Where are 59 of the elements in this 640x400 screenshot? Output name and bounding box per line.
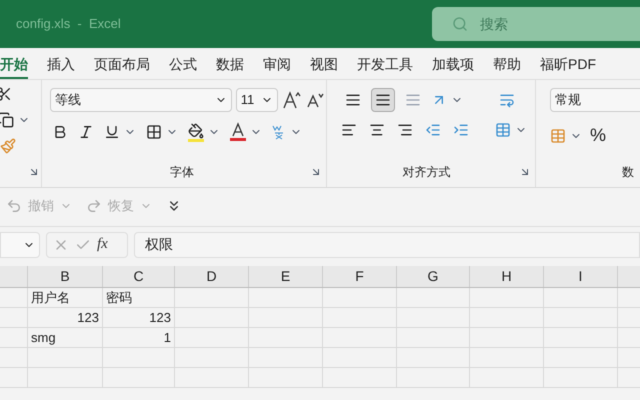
ribbon-tab[interactable]: 审阅 [263,51,291,79]
scissors-icon[interactable] [0,86,12,102]
fill-color-icon[interactable] [188,122,204,142]
cell-text: 123 [149,308,171,327]
italic-icon[interactable] [78,124,94,140]
grow-font-icon[interactable] [282,91,302,109]
ribbon-tab[interactable]: 视图 [310,51,338,79]
vertical-align-button[interactable] [370,88,395,112]
font-size-field[interactable]: 11 [236,88,278,112]
shrink-font-icon[interactable] [306,92,324,108]
ribbon-tab[interactable]: 数据 [216,51,244,79]
search-field[interactable]: 搜索 [432,7,640,41]
font-name-field[interactable]: 等线 [50,88,232,112]
column-header[interactable]: H [470,266,544,287]
formula-field[interactable]: 权限 [134,232,640,258]
column-header[interactable]: D [175,266,249,287]
underline-icon[interactable] [104,124,120,140]
ribbon-tab[interactable]: 福昕PDF [540,51,596,79]
indent-decrease-icon[interactable] [424,122,441,138]
launcher-icon[interactable] [519,166,531,178]
align-left-icon[interactable] [340,122,357,138]
cell-text: 密码 [106,288,132,307]
window-title: config.xls - Excel [16,15,121,34]
cell-text: 用户名 [31,288,70,307]
align-icon [344,92,361,108]
column-header[interactable]: E [249,266,323,287]
cell-text: smg [31,328,56,347]
column-header[interactable]: I [544,266,618,287]
wrap-text-icon[interactable] [498,92,515,108]
ribbon-tab[interactable]: 插入 [47,51,75,79]
number-format-field[interactable]: 常规 [550,88,640,112]
cell-text: 123 [77,308,99,327]
align-icon [404,92,421,108]
indent-increase-icon[interactable] [452,122,469,138]
group-label: 字体 [170,164,194,181]
group-label: 数 [622,164,635,181]
percent-button[interactable]: % [590,122,606,149]
ribbon-tab[interactable]: 帮助 [493,51,521,79]
search-icon [452,16,468,32]
ribbon-tab[interactable]: 公式 [169,51,197,79]
ribbon-tab[interactable]: 开发工具 [357,51,413,79]
ribbon-tab[interactable]: 开始 [0,51,28,79]
column-header[interactable]: F [323,266,397,287]
column-header[interactable]: C [103,266,175,287]
align-right-icon[interactable] [396,122,413,138]
column-header[interactable]: B [28,266,103,287]
cell-text: 1 [164,328,171,347]
launcher-icon[interactable] [28,166,40,178]
merge-cells-icon[interactable] [494,122,511,138]
group-label: 对齐方式 [402,164,451,181]
borders-icon[interactable] [146,124,162,140]
align-center-icon[interactable] [368,122,385,138]
ribbon-tab[interactable]: 加载项 [432,51,474,79]
column-header[interactable]: G [397,266,470,287]
ribbon-tab[interactable]: 页面布局 [94,51,150,79]
insert-function-button[interactable]: fx [97,233,108,256]
copy-icon[interactable] [0,112,14,128]
align-icon [374,92,391,108]
font-color-icon[interactable] [230,122,246,142]
